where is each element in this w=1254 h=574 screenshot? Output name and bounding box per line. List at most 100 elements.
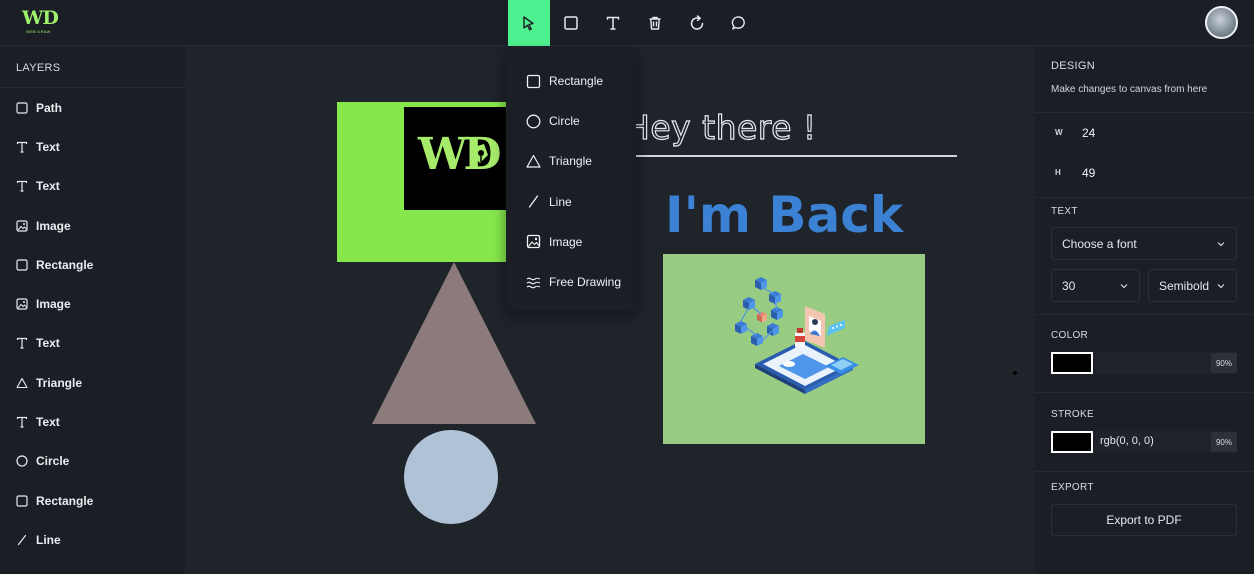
canvas-logo-image[interactable]: WD	[404, 107, 509, 210]
layer-list: Path Text Text Image Rectangle Image Tex…	[0, 88, 185, 560]
canvas-text-back[interactable]: I'm Back	[665, 186, 955, 246]
layer-item[interactable]: Rectangle	[0, 481, 185, 520]
menu-item-label: Free Drawing	[549, 275, 622, 290]
reset-tool-button[interactable]	[676, 0, 718, 46]
layer-label: Line	[36, 532, 61, 547]
color-section-label: COLOR	[1051, 330, 1089, 341]
layer-label: Text	[36, 139, 60, 154]
width-input[interactable]: 24	[1082, 126, 1095, 140]
chevron-down-icon	[1120, 284, 1128, 289]
select-tool-button[interactable]	[508, 0, 550, 46]
logo-subtext: WEB DRAW	[26, 29, 51, 34]
design-divider	[1035, 197, 1254, 198]
layer-item[interactable]: Path	[0, 88, 185, 127]
canvas-circle[interactable]	[404, 430, 498, 524]
fill-color-swatch[interactable]	[1051, 352, 1093, 374]
layer-item[interactable]: Circle	[0, 442, 185, 481]
layer-item[interactable]: Text	[0, 324, 185, 363]
layer-item[interactable]: Text	[0, 167, 185, 206]
export-pdf-button[interactable]: Export to PDF	[1051, 504, 1237, 536]
layer-item[interactable]: Triangle	[0, 363, 185, 402]
text-section-label: TEXT	[1051, 206, 1078, 217]
layer-label: Text	[36, 179, 60, 194]
text-icon	[16, 337, 28, 350]
isometric-phone-illustration	[735, 277, 859, 394]
menu-item-circle[interactable]: Circle	[506, 101, 636, 141]
design-divider	[1035, 112, 1254, 113]
font-size-select[interactable]: 30	[1051, 269, 1140, 302]
layer-item[interactable]: Image	[0, 206, 185, 245]
toolbar	[508, 0, 760, 46]
logo-text: WD	[22, 7, 59, 29]
font-weight-select[interactable]: Semibold	[1148, 269, 1237, 302]
width-label: W	[1055, 128, 1063, 137]
user-avatar[interactable]	[1205, 6, 1238, 39]
layer-item[interactable]: Text	[0, 402, 185, 441]
layer-label: Circle	[36, 454, 70, 469]
menu-item-label: Image	[549, 234, 583, 249]
design-panel: DESIGN Make changes to canvas from here …	[1035, 46, 1254, 574]
text-icon	[16, 141, 28, 153]
text-icon	[16, 416, 28, 428]
layers-panel: LAYERS Path Text Text Image Rectangle Im…	[0, 46, 185, 574]
font-size-value: 30	[1062, 278, 1076, 293]
chevron-down-icon	[1217, 284, 1225, 289]
menu-item-image[interactable]: Image	[506, 222, 636, 262]
pen-icon	[473, 144, 488, 163]
design-divider	[1035, 314, 1254, 315]
layer-item[interactable]: Line	[0, 520, 185, 559]
layer-item[interactable]: Text	[0, 127, 185, 166]
stroke-color-swatch[interactable]	[1051, 431, 1093, 453]
triangle-icon	[16, 377, 28, 389]
text-icon	[606, 16, 620, 30]
export-section-label: EXPORT	[1051, 482, 1094, 493]
canvas-dot[interactable]	[1013, 371, 1017, 375]
text-icon	[16, 180, 28, 192]
app-logo[interactable]: WD WEB DRAW	[22, 7, 60, 35]
canvas-line[interactable]	[625, 155, 957, 157]
menu-item-rectangle[interactable]: Rectangle	[506, 61, 636, 101]
layer-label: Text	[36, 415, 60, 430]
cursor-icon	[523, 16, 534, 31]
stroke-opacity[interactable]: 90%	[1211, 432, 1237, 452]
menu-item-free-drawing[interactable]: Free Drawing	[506, 262, 636, 302]
shapes-dropdown-menu: Rectangle Circle Triangle Line Image Fre…	[506, 50, 636, 311]
layer-item[interactable]: Rectangle	[0, 245, 185, 284]
layer-label: Image	[36, 218, 71, 233]
wave-icon	[525, 274, 541, 290]
font-family-select[interactable]: Choose a font	[1051, 227, 1237, 260]
design-divider	[1035, 392, 1254, 393]
menu-item-line[interactable]: Line	[506, 182, 636, 222]
height-input[interactable]: 49	[1082, 166, 1095, 180]
delete-tool-button[interactable]	[634, 0, 676, 46]
menu-item-label: Line	[549, 194, 572, 209]
square-icon	[16, 495, 28, 507]
comment-tool-button[interactable]	[718, 0, 760, 46]
menu-item-triangle[interactable]: Triangle	[506, 141, 636, 181]
layer-label: Triangle	[36, 375, 83, 390]
layer-item[interactable]: Image	[0, 284, 185, 323]
line-icon	[16, 534, 28, 546]
image-icon	[16, 219, 28, 232]
chevron-down-icon	[1217, 242, 1225, 247]
menu-item-label: Rectangle	[549, 74, 604, 89]
line-icon	[525, 194, 541, 210]
canvas-illustration-image[interactable]	[663, 254, 925, 444]
design-divider	[1035, 471, 1254, 472]
chat-bubble-icon	[731, 16, 745, 30]
circle-icon	[16, 455, 28, 467]
layer-label: Text	[36, 336, 60, 351]
text-tool-button[interactable]	[592, 0, 634, 46]
design-hint: Make changes to canvas from here	[1051, 84, 1208, 95]
font-family-value: Choose a font	[1062, 236, 1137, 251]
rectangle-tool-button[interactable]	[550, 0, 592, 46]
trash-icon	[649, 16, 661, 30]
color-opacity[interactable]: 90%	[1211, 353, 1237, 373]
square-icon	[564, 16, 578, 30]
layer-label: Image	[36, 297, 71, 312]
square-icon	[16, 102, 28, 114]
layer-label: Path	[36, 100, 63, 115]
canvas-text-hey[interactable]: Hey there !	[625, 108, 925, 156]
menu-item-label: Circle	[549, 114, 580, 129]
layer-label: Rectangle	[36, 257, 94, 272]
